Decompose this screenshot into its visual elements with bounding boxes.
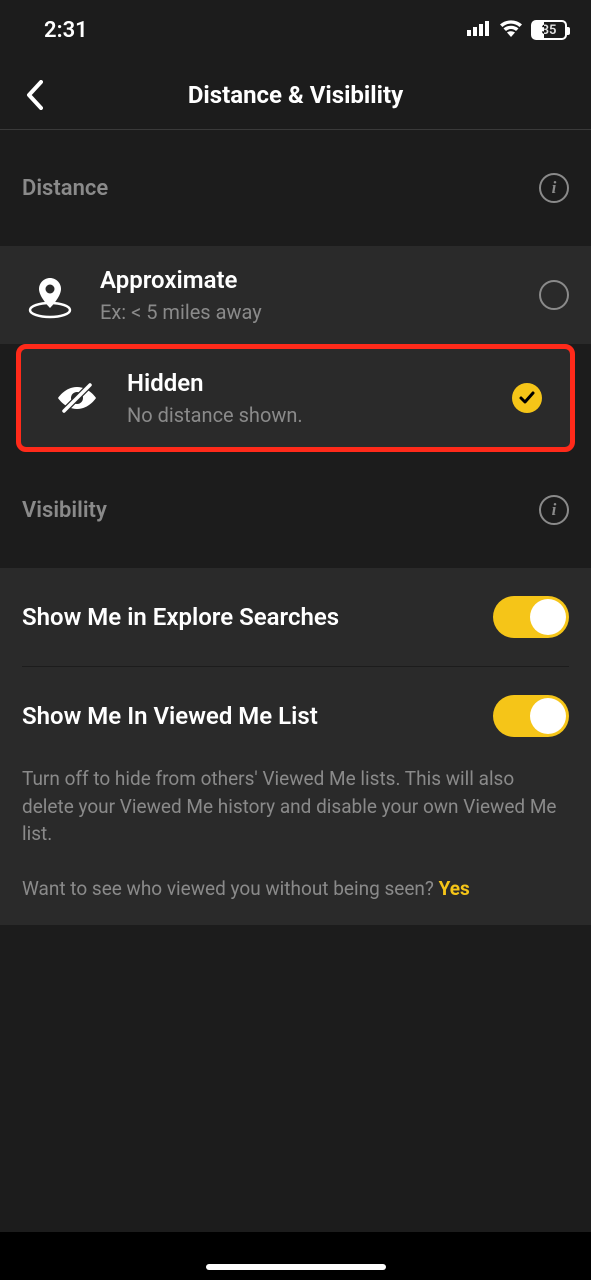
status-indicators: 35 [467,19,567,41]
option-approximate[interactable]: Approximate Ex: < 5 miles away [0,246,591,344]
toggle-viewed-me-list[interactable]: Show Me In Viewed Me List [22,667,569,765]
section-header-distance: Distance i [0,130,591,246]
eye-off-icon [49,370,105,426]
toggle-switch[interactable] [493,596,569,638]
toggle-explore-searches[interactable]: Show Me in Explore Searches [22,568,569,666]
toggle-switch[interactable] [493,695,569,737]
status-bar: 2:31 35 [0,0,591,60]
option-subtitle: Ex: < 5 miles away [100,300,517,324]
info-icon[interactable]: i [539,173,569,203]
section-label: Distance [22,176,108,201]
section-header-visibility: Visibility i [0,452,591,568]
page-title: Distance & Visibility [188,81,403,109]
location-pin-icon [22,267,78,323]
cellular-icon [467,20,491,40]
distance-options: Approximate Ex: < 5 miles away [0,246,591,344]
back-button[interactable] [14,75,54,115]
option-hidden[interactable]: Hidden No distance shown. [27,369,564,427]
visibility-toggles: Show Me in Explore Searches Show Me In V… [0,568,591,925]
battery-icon: 35 [531,20,567,40]
page-header: Distance & Visibility [0,60,591,130]
yes-link[interactable]: Yes [439,877,470,900]
radio-unselected-icon [539,280,569,310]
option-subtitle: No distance shown. [127,403,490,427]
home-indicator[interactable] [206,1264,386,1270]
toggle-description: Turn off to hide from others' Viewed Me … [22,765,569,925]
toggle-label: Show Me In Viewed Me List [22,702,493,730]
section-label: Visibility [22,498,107,523]
option-title: Hidden [127,369,490,397]
bottom-bar [0,1232,591,1280]
info-icon[interactable]: i [539,495,569,525]
highlight-annotation: Hidden No distance shown. [16,344,575,452]
option-title: Approximate [100,266,517,294]
wifi-icon [499,19,523,41]
radio-selected-icon [512,383,542,413]
status-time: 2:31 [44,18,88,43]
toggle-label: Show Me in Explore Searches [22,603,493,631]
